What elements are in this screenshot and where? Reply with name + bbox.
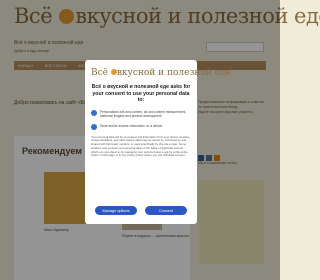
consent-buttons: Manage options Consent xyxy=(95,206,187,215)
consent-body-text: Your personal data will be processed and… xyxy=(91,134,191,158)
consent-purpose-1: Personalised ads and content, ad and con… xyxy=(91,109,191,118)
consent-logo: Всё вкусной и полезной еде xyxy=(91,68,231,78)
consent-purpose-2-text: Store and/or access information on a dev… xyxy=(100,123,163,128)
consent-dialog: Всё вкусной и полезной еде Всё о вкусной… xyxy=(85,60,231,224)
consent-logo-part1: Всё xyxy=(91,68,111,78)
device-storage-icon xyxy=(91,123,97,130)
consent-button[interactable]: Consent xyxy=(145,206,187,215)
consent-purpose-2: Store and/or access information on a dev… xyxy=(91,123,191,130)
manage-options-button[interactable]: Manage options xyxy=(95,206,137,215)
consent-logo-part2: вкусной и полезной еде xyxy=(116,68,231,78)
consent-heading: Всё о вкусной и полезной еде asks for yo… xyxy=(91,84,191,103)
person-icon xyxy=(91,109,97,116)
consent-purpose-1-text: Personalised ads and content, ad and con… xyxy=(100,109,187,118)
